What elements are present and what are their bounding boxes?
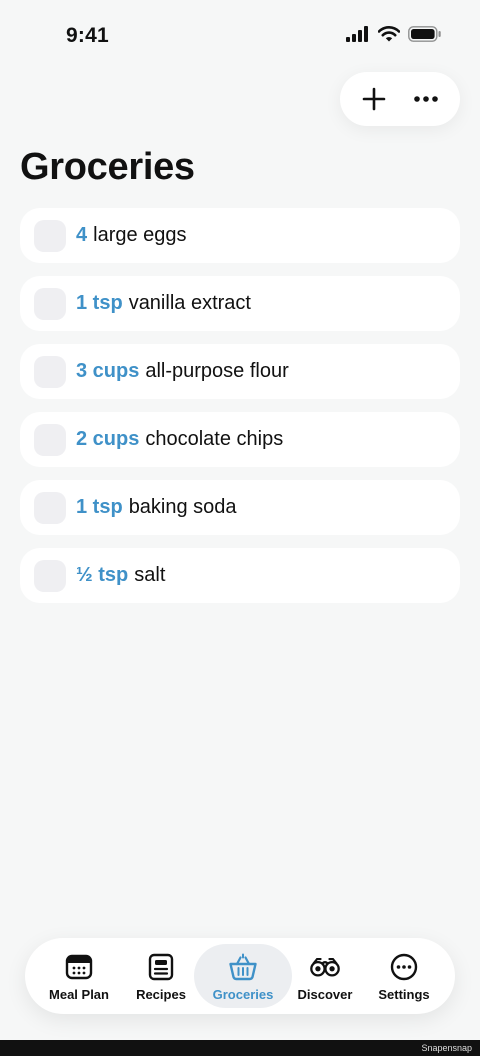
- top-actions: [340, 72, 460, 126]
- item-checkbox[interactable]: [34, 559, 66, 592]
- item-checkbox[interactable]: [34, 423, 66, 456]
- grocery-item[interactable]: 4 large eggs: [20, 208, 460, 263]
- item-name: salt: [134, 564, 166, 586]
- wifi-icon: [378, 26, 400, 42]
- tab-label: Settings: [378, 987, 430, 1002]
- grocery-item[interactable]: ½ tsp salt: [20, 548, 460, 603]
- add-button[interactable]: [352, 77, 396, 121]
- item-name: baking soda: [128, 496, 237, 518]
- tab-label: Groceries: [212, 987, 274, 1002]
- signal-icon: [346, 26, 368, 42]
- item-checkbox[interactable]: [34, 491, 66, 524]
- basket-icon: [229, 953, 257, 981]
- item-quantity: 1 tsp: [76, 292, 123, 314]
- item-checkbox[interactable]: [34, 287, 66, 320]
- battery-icon: [408, 26, 441, 42]
- item-checkbox[interactable]: [34, 219, 66, 252]
- item-quantity: 1 tsp: [76, 496, 123, 518]
- page-title: Groceries: [20, 146, 195, 188]
- tab-label: Discover: [297, 987, 353, 1002]
- more-button[interactable]: [404, 77, 448, 121]
- binoculars-icon: [310, 958, 340, 977]
- item-checkbox[interactable]: [34, 355, 66, 388]
- item-quantity: 3 cups: [76, 360, 140, 382]
- item-name: large eggs: [93, 224, 187, 246]
- recipe-card-icon: [148, 953, 174, 981]
- item-name: chocolate chips: [145, 428, 284, 450]
- item-name: vanilla extract: [128, 292, 251, 314]
- calendar-icon: [65, 954, 93, 980]
- grocery-item[interactable]: 2 cups chocolate chips: [20, 412, 460, 467]
- status-time: 9:41: [66, 24, 109, 47]
- item-quantity: 2 cups: [76, 428, 140, 450]
- grocery-item[interactable]: 3 cups all-purpose flour: [20, 344, 460, 399]
- status-bar: 9:41: [0, 0, 480, 70]
- grocery-item[interactable]: 1 tsp baking soda: [20, 480, 460, 535]
- watermark-text: Snapensnap: [421, 1043, 472, 1053]
- grocery-item[interactable]: 1 tsp vanilla extract: [20, 276, 460, 331]
- item-name: all-purpose flour: [145, 360, 289, 382]
- grocery-list: 4 large eggs 1 tsp vanilla extract 3 cup…: [20, 208, 460, 616]
- status-icons: [346, 26, 442, 42]
- footer-bar: Snapensnap: [0, 1040, 480, 1056]
- item-quantity: ½ tsp: [76, 564, 129, 586]
- more-circle-icon: [390, 953, 418, 981]
- item-quantity: 4: [76, 224, 88, 246]
- tab-settings[interactable]: Settings: [355, 944, 453, 1008]
- ellipsis-icon: [414, 96, 438, 102]
- plus-icon: [362, 87, 386, 111]
- tab-label: Recipes: [136, 987, 186, 1002]
- tab-bar: Meal Plan Recipes Groceries Discover Set…: [25, 938, 455, 1014]
- tab-label: Meal Plan: [49, 987, 109, 1002]
